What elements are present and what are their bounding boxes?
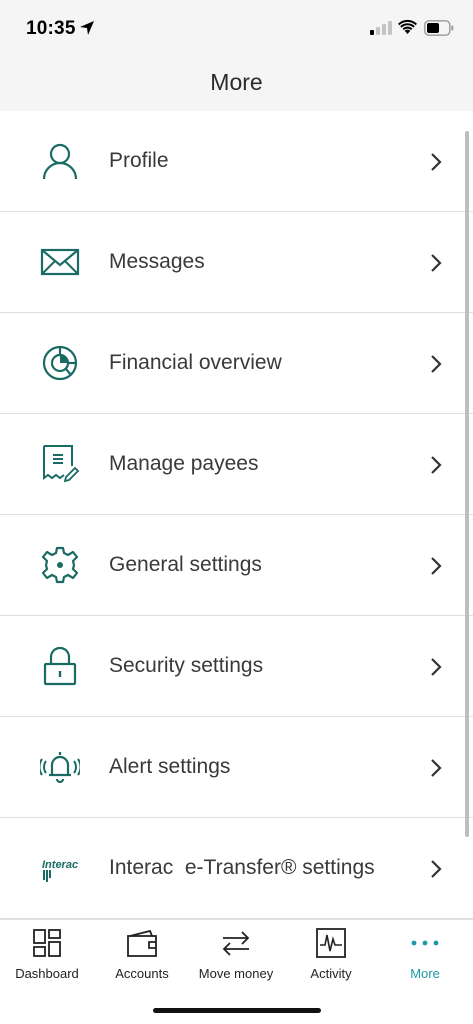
menu-item-general-settings[interactable]: General settings [0, 515, 473, 616]
chevron-right-icon [431, 254, 442, 272]
status-bar: 10:35 [0, 0, 473, 58]
menu-item-messages[interactable]: Messages [0, 212, 473, 313]
chevron-right-icon [431, 860, 442, 878]
menu-item-label: Profile [109, 149, 169, 172]
tab-activity[interactable]: Activity [284, 920, 378, 990]
tab-more[interactable]: More [378, 920, 472, 990]
activity-chart-icon [316, 928, 346, 958]
interac-logo-text: Interac [42, 859, 78, 871]
cellular-signal-icon [370, 21, 392, 35]
chevron-right-icon [431, 759, 442, 777]
more-dots-icon [411, 940, 439, 946]
interac-logo: Interac [42, 859, 78, 882]
wifi-icon [398, 19, 417, 34]
person-icon [42, 143, 78, 180]
transfer-arrows-icon [222, 931, 250, 956]
chevron-right-icon [431, 153, 442, 171]
chevron-right-icon [431, 658, 442, 676]
tab-label: Move money [198, 966, 274, 981]
tab-label: More [410, 966, 440, 981]
dashboard-icon [33, 929, 61, 957]
menu-item-financial-overview[interactable]: Financial overview [0, 313, 473, 414]
tab-move-money[interactable]: Move money [189, 920, 283, 990]
menu-item-profile[interactable]: Profile [0, 111, 473, 212]
menu-item-label: Alert settings [109, 755, 231, 778]
menu-item-security-settings[interactable]: Security settings [0, 616, 473, 717]
chevron-right-icon [431, 557, 442, 575]
pie-chart-icon [42, 345, 78, 381]
menu-item-label: Interac e-Transfer® settings [109, 856, 375, 879]
scrollbar[interactable] [465, 131, 469, 837]
top-area: 10:35 More [0, 0, 473, 111]
more-menu-list: Profile Messages Financial overview Mana… [0, 111, 473, 919]
tab-label: Dashboard [15, 966, 79, 981]
status-time: 10:35 [26, 18, 76, 39]
gear-icon [41, 546, 79, 584]
chevron-right-icon [431, 355, 442, 373]
chevron-right-icon [431, 456, 442, 474]
page-title: More [210, 69, 263, 95]
tab-dashboard[interactable]: Dashboard [0, 920, 94, 990]
tab-label: Activity [310, 966, 352, 981]
menu-item-label: Manage payees [109, 452, 259, 475]
menu-item-label: Financial overview [109, 351, 282, 374]
bell-icon [40, 752, 80, 784]
menu-item-interac-settings[interactable]: Interac Interac e-Transfer® settings [0, 818, 473, 919]
tab-accounts[interactable]: Accounts [95, 920, 189, 990]
menu-item-label: General settings [109, 553, 262, 576]
padlock-icon [43, 646, 77, 686]
menu-item-label: Messages [109, 250, 205, 273]
tab-label: Accounts [115, 966, 169, 981]
home-indicator [153, 1008, 321, 1013]
menu-item-alert-settings[interactable]: Alert settings [0, 717, 473, 818]
receipt-icon [43, 445, 80, 483]
location-arrow-icon [80, 21, 94, 35]
wallet-icon [127, 929, 157, 957]
menu-item-manage-payees[interactable]: Manage payees [0, 414, 473, 515]
menu-item-label: Security settings [109, 654, 264, 677]
battery-icon [424, 20, 454, 36]
envelope-icon [40, 248, 80, 276]
